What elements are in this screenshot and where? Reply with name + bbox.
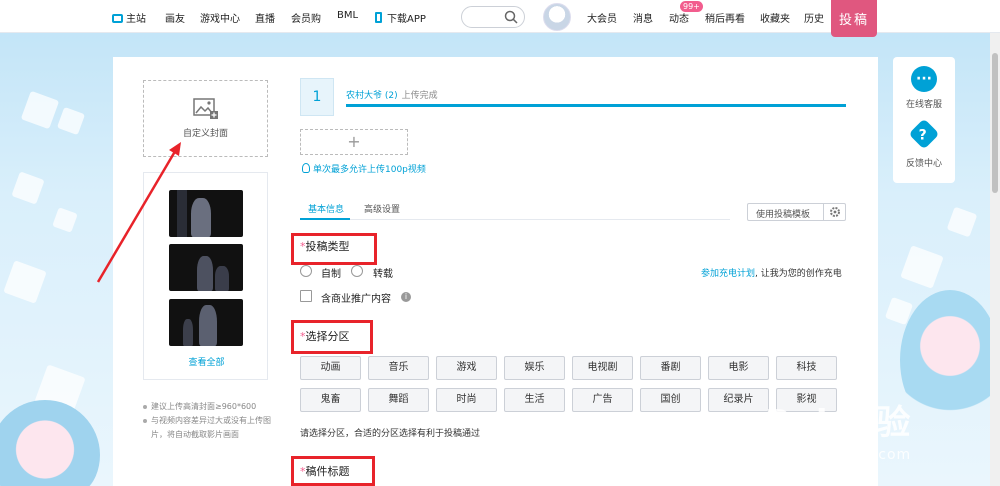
online-service-label[interactable]: 在线客服 — [893, 97, 955, 110]
gear-icon[interactable] — [823, 204, 845, 220]
watermark-url: jingyan.baidu.com — [765, 447, 912, 463]
category-button[interactable]: 舞蹈 — [368, 388, 429, 412]
upload-status: 上传完成 — [401, 91, 438, 101]
side-help-panel: ··· 在线客服 ? 反馈中心 — [893, 57, 955, 183]
category-button[interactable]: 番剧 — [640, 356, 701, 380]
nav-mall[interactable]: 会员购 — [291, 10, 321, 25]
watermark-logo: Bai 经验 — [765, 403, 912, 443]
cover-tip: 与视频内容差异过大或没有上传图片，将自动截取影片画面 — [143, 414, 278, 442]
watermark: Bai 经验 jingyan.baidu.com — [765, 395, 995, 475]
feedback-center-label[interactable]: 反馈中心 — [893, 156, 955, 169]
template-button-label: 使用投稿模板 — [756, 210, 811, 220]
category-button[interactable]: 动画 — [300, 356, 361, 380]
upload-index: 1 — [300, 78, 334, 116]
category-button[interactable]: 广告 — [572, 388, 633, 412]
annotation-highlight-box — [291, 320, 373, 354]
commercial-checkbox-label: 含商业推广内容 — [321, 294, 391, 305]
avatar[interactable] — [543, 3, 571, 31]
category-button[interactable]: 鬼畜 — [300, 388, 361, 412]
active-tab-indicator — [300, 218, 350, 220]
search-input[interactable] — [461, 6, 525, 28]
cover-tip: 建议上传高清封面≥960*600 — [143, 400, 278, 414]
category-tip: 请选择分区，合适的分区选择有利于投稿通过 — [300, 429, 481, 439]
nav-dynamics[interactable]: 动态 — [669, 10, 689, 25]
category-button[interactable]: 时尚 — [436, 388, 497, 412]
nav-history[interactable]: 历史 — [804, 10, 824, 25]
category-button[interactable]: 科技 — [776, 356, 837, 380]
cover-tips: 建议上传高清封面≥960*600 与视频内容差异过大或没有上传图片，将自动截取影… — [143, 400, 278, 442]
charge-plan-link[interactable]: 参加充电计划 — [701, 269, 755, 279]
nav-messages[interactable]: 消息 — [633, 10, 653, 25]
category-button[interactable]: 电影 — [708, 356, 769, 380]
add-video-button[interactable]: + — [300, 129, 408, 155]
use-template-button[interactable]: 使用投稿模板 — [747, 203, 846, 221]
annotation-highlight-box — [291, 456, 375, 486]
cover-thumbnail[interactable] — [169, 299, 243, 346]
nav-download-app[interactable]: 下载APP — [375, 10, 426, 25]
category-button[interactable]: 生活 — [504, 388, 565, 412]
upload-button[interactable]: 投稿 — [831, 0, 877, 37]
category-button[interactable]: 娱乐 — [504, 356, 565, 380]
nav-home[interactable]: 主站 — [112, 10, 146, 25]
nav-vip[interactable]: 大会员 — [587, 10, 617, 25]
category-button[interactable]: 国创 — [640, 388, 701, 412]
nav-live[interactable]: 直播 — [255, 10, 275, 25]
image-icon — [192, 98, 218, 119]
category-button[interactable]: 游戏 — [436, 356, 497, 380]
upload-hint: 单次最多允许上传100p视频 — [302, 162, 426, 175]
chat-bubble-icon[interactable]: ··· — [911, 66, 937, 92]
search-icon[interactable] — [504, 10, 518, 24]
form-tabs: 基本信息 高级设置 — [300, 199, 730, 220]
annotation-highlight-box — [291, 233, 377, 265]
dynamic-count-badge: 99+ — [680, 1, 703, 12]
file-name: 农村大爷 (2) — [346, 91, 398, 101]
radio-original[interactable] — [300, 265, 312, 277]
nav-favorites[interactable]: 收藏夹 — [760, 10, 790, 25]
nav-painter[interactable]: 画友 — [165, 10, 185, 25]
info-icon[interactable]: i — [401, 292, 411, 302]
page-scrollbar[interactable] — [990, 33, 1000, 486]
radio-repost[interactable] — [351, 265, 363, 277]
radio-original-label: 自制 — [321, 269, 341, 280]
tab-advanced-settings[interactable]: 高级设置 — [364, 202, 400, 215]
nav-game-center[interactable]: 游戏中心 — [200, 10, 240, 25]
feedback-icon[interactable]: ? — [908, 118, 940, 150]
category-button[interactable]: 音乐 — [368, 356, 429, 380]
radio-repost-label: 转载 — [373, 269, 393, 280]
upload-progress-bar — [346, 104, 846, 107]
tab-basic-info[interactable]: 基本信息 — [308, 202, 344, 215]
category-button[interactable]: 纪录片 — [708, 388, 769, 412]
cover-label: 自定义封面 — [182, 129, 228, 139]
phone-icon — [375, 12, 382, 23]
commercial-checkbox[interactable] — [300, 290, 312, 302]
annotation-arrow — [96, 142, 181, 283]
nav-watch-later[interactable]: 稍后再看 — [705, 10, 745, 25]
top-navigation-bar: 主站 画友 游戏中心 直播 会员购 BML 下载APP 大会员 消息 动态 99… — [0, 0, 1000, 37]
tv-icon — [112, 14, 123, 23]
lightbulb-icon — [302, 163, 310, 173]
nav-bml[interactable]: BML — [337, 10, 358, 21]
view-all-link[interactable]: 查看全部 — [144, 355, 269, 368]
uploaded-file[interactable]: 农村大爷 (2) 上传完成 — [346, 88, 438, 101]
charge-plan: 参加充电计划, 让我为您的创作充电 — [701, 269, 842, 279]
scrollbar-thumb[interactable] — [992, 53, 998, 193]
category-button[interactable]: 电视剧 — [572, 356, 633, 380]
